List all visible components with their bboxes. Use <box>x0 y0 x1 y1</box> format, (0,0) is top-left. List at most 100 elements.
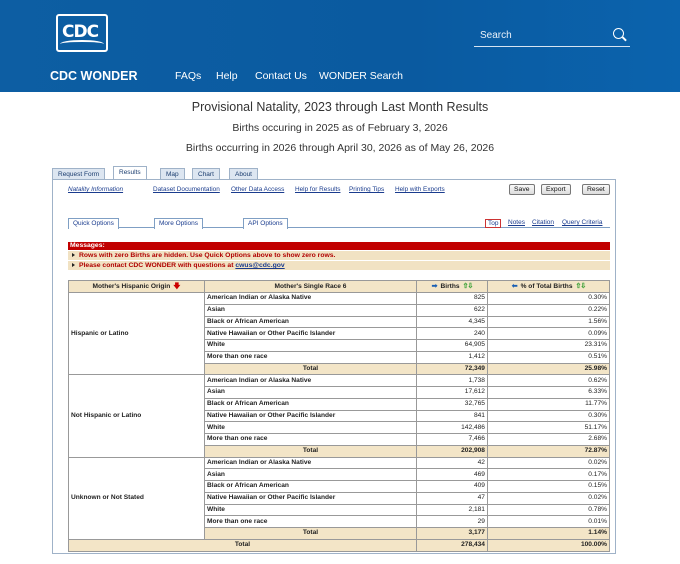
table-row: Hispanic or Latino American Indian or Ala… <box>68 291 611 376</box>
pct-cell: 6.33% <box>486 386 611 399</box>
total-births-cell: 3,177 <box>416 527 488 540</box>
header-pct-total[interactable]: ⬅% of Total Births ⇧⇩ <box>486 280 611 293</box>
link-other-data-access[interactable]: Other Data Access <box>231 186 284 193</box>
births-cell: 32,765 <box>416 397 488 411</box>
race-cell: More than one race <box>204 433 417 446</box>
tab-chart[interactable]: Chart <box>192 168 220 179</box>
total-label-cell: Total <box>204 444 417 458</box>
grand-total-row: Total 278,434 100.00% <box>68 538 611 552</box>
tab-quick-options[interactable]: Quick Options <box>68 218 119 229</box>
message-contact: Please contact CDC WONDER with questions… <box>68 261 610 270</box>
tab-about[interactable]: About <box>229 168 258 179</box>
sort-down-icon[interactable]: 🡇 <box>173 282 180 292</box>
header-hispanic-origin-label: Mother's Hispanic Origin <box>92 282 171 290</box>
subtitle-2025: Births occuring in 2025 as of February 3… <box>232 122 448 134</box>
pct-cell: 0.22% <box>486 303 611 317</box>
pct-cell: 51.17% <box>486 421 611 434</box>
pct-cell: 1.56% <box>486 315 611 329</box>
sort-up-down-icon[interactable]: ⇧⇩ <box>463 282 474 292</box>
tab-api-options[interactable]: API Options <box>243 218 288 229</box>
births-cell: 1,412 <box>416 350 488 364</box>
births-cell: 29 <box>416 515 488 528</box>
race-cell: More than one race <box>204 350 417 364</box>
link-query-criteria[interactable]: Query Criteria <box>562 219 602 226</box>
race-cell: American Indian or Alaska Native <box>204 292 417 305</box>
pct-cell: 0.09% <box>486 327 611 340</box>
link-dataset-documentation[interactable]: Dataset Documentation <box>153 186 220 193</box>
pct-cell: 11.77% <box>486 397 611 411</box>
race-cell: Asian <box>204 303 417 317</box>
options-tabs-bar <box>68 218 610 228</box>
tab-more-options[interactable]: More Options <box>154 218 204 229</box>
cdc-logo[interactable]: CDC <box>56 14 108 52</box>
bullet-arrow-icon <box>72 253 75 258</box>
contact-email-link[interactable]: cwus@cdc.gov <box>235 262 284 269</box>
race-cell: More than one race <box>204 515 417 528</box>
sort-up-down-icon[interactable]: ⇧⇩ <box>576 282 587 292</box>
births-cell: 1,738 <box>416 374 488 387</box>
search-input[interactable]: Search <box>474 25 630 47</box>
header-single-race[interactable]: Mother's Single Race 6 <box>204 280 417 293</box>
link-help-for-results[interactable]: Help for Results <box>295 186 340 193</box>
race-cell: American Indian or Alaska Native <box>204 374 417 387</box>
race-cell: Native Hawaiian or Other Pacific Islande… <box>204 491 417 505</box>
reset-button[interactable]: Reset <box>582 184 610 195</box>
link-printing-tips[interactable]: Printing Tips <box>349 186 384 193</box>
pct-cell: 0.01% <box>486 515 611 528</box>
page-title: Provisional Natality, 2023 through Last … <box>191 100 489 114</box>
message-contact-text: Please contact CDC WONDER with questions… <box>79 262 236 269</box>
pct-cell: 0.51% <box>486 350 611 364</box>
header-births[interactable]: ➡ Births ⇧⇩ <box>416 280 488 293</box>
race-cell: White <box>204 503 417 517</box>
total-label-cell: Total <box>204 362 417 376</box>
logo-swoosh-icon <box>60 40 104 48</box>
export-button[interactable]: Export <box>541 184 571 195</box>
nav-contact-us[interactable]: Contact Us <box>255 70 307 82</box>
pct-cell: 0.17% <box>486 468 611 481</box>
search-icon[interactable] <box>613 28 624 39</box>
pct-cell: 0.15% <box>486 480 611 493</box>
bullet-arrow-icon <box>72 263 75 268</box>
link-natality-information[interactable]: Natality Information <box>68 186 123 193</box>
group-label: Hispanic or Latino <box>68 291 205 376</box>
grand-total-pct: 100.00% <box>486 538 611 552</box>
nav-faqs[interactable]: FAQs <box>175 70 201 82</box>
message-zero-rows: Rows with zero Births are hidden. Use Qu… <box>68 251 610 260</box>
site-header: CDC Search CDC WONDER FAQs Help Contact … <box>0 0 680 92</box>
total-births-cell: 202,908 <box>416 444 488 458</box>
tab-request-form[interactable]: Request Form <box>52 168 106 179</box>
race-cell: Black or African American <box>204 480 417 493</box>
tab-results[interactable]: Results <box>113 166 147 179</box>
group-label: Not Hispanic or Latino <box>68 374 205 458</box>
births-cell: 2,181 <box>416 503 488 517</box>
link-top[interactable]: Top <box>485 219 502 228</box>
births-cell: 825 <box>416 292 488 305</box>
group-label: Unknown or Not Stated <box>68 456 205 540</box>
pct-cell: 0.02% <box>486 456 611 470</box>
results-table: Mother's Hispanic Origin 🡇 Mother's Singl… <box>68 280 611 552</box>
link-help-with-exports[interactable]: Help with Exports <box>395 186 445 193</box>
grand-total-births: 278,434 <box>416 538 488 552</box>
pct-cell: 0.78% <box>486 503 611 517</box>
total-pct-cell: 25.98% <box>486 362 611 376</box>
pct-cell: 0.62% <box>486 374 611 387</box>
race-cell: American Indian or Alaska Native <box>204 456 417 470</box>
save-button[interactable]: Save <box>509 184 535 195</box>
header-hispanic-origin[interactable]: Mother's Hispanic Origin 🡇 <box>68 280 205 293</box>
subtitle-2026: Births occurring in 2026 through April 3… <box>185 142 495 154</box>
births-cell: 64,905 <box>416 339 488 352</box>
messages-heading: Messages: <box>68 242 610 250</box>
brand-link[interactable]: CDC WONDER <box>50 69 138 83</box>
race-cell: Native Hawaiian or Other Pacific Islande… <box>204 327 417 340</box>
nav-wonder-search[interactable]: WONDER Search <box>319 70 403 82</box>
table-row: Not Hispanic or Latino American Indian or… <box>68 374 611 458</box>
race-cell: Black or African American <box>204 397 417 411</box>
race-cell: Asian <box>204 386 417 399</box>
table-header-row: Mother's Hispanic Origin 🡇 Mother's Singl… <box>68 280 611 293</box>
total-pct-cell: 72.87% <box>486 444 611 458</box>
nav-help[interactable]: Help <box>216 70 238 82</box>
link-notes[interactable]: Notes <box>508 219 525 226</box>
tab-map[interactable]: Map <box>160 168 185 179</box>
link-citation[interactable]: Citation <box>532 219 554 226</box>
grand-total-label: Total <box>68 538 417 552</box>
